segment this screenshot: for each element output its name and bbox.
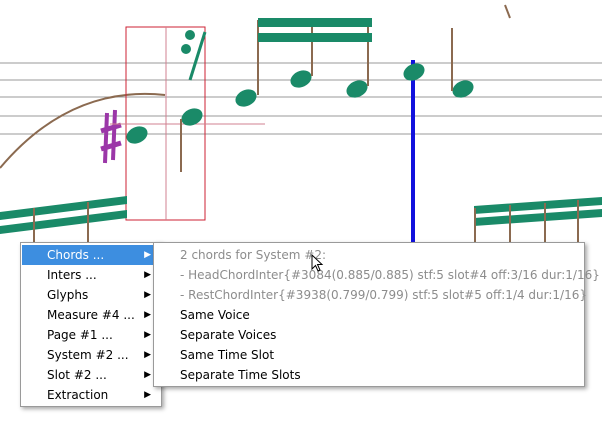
chevron-right-icon: ▶ <box>144 370 151 380</box>
menu-item-chords[interactable]: Chords ... ▶ <box>22 245 160 265</box>
menu-item-glyphs[interactable]: Glyphs ▶ <box>22 285 160 305</box>
beam-left <box>0 196 127 234</box>
note-stems <box>451 4 511 91</box>
submenu-info-restchord: - RestChordInter{#3938(0.799/0.799) stf:… <box>180 288 588 302</box>
mouse-cursor-icon <box>311 254 324 272</box>
menu-item-system[interactable]: System #2 ... ▶ <box>22 345 160 365</box>
chevron-right-icon: ▶ <box>144 330 151 340</box>
submenu-header: 2 chords for System #2: <box>180 248 327 262</box>
same-voice-item[interactable]: Same Voice <box>180 305 578 325</box>
menu-item-extraction[interactable]: Extraction ▶ <box>22 385 160 405</box>
chevron-right-icon: ▶ <box>144 250 151 260</box>
chevron-right-icon: ▶ <box>144 290 151 300</box>
note-head <box>290 70 312 88</box>
chevron-right-icon: ▶ <box>144 350 151 360</box>
same-time-slot-item[interactable]: Same Time Slot <box>180 345 578 365</box>
separate-time-slots-item[interactable]: Separate Time Slots <box>180 365 578 385</box>
submenu-info-headchord: - HeadChordInter{#3084(0.885/0.885) stf:… <box>180 268 600 282</box>
menu-item-inters[interactable]: Inters ... ▶ <box>22 265 160 285</box>
chords-submenu: 2 chords for System #2: - HeadChordInter… <box>153 242 600 387</box>
chevron-right-icon: ▶ <box>144 310 151 320</box>
note-head <box>235 89 257 107</box>
beam-right <box>474 197 602 226</box>
note-head <box>181 108 203 126</box>
separate-voices-item[interactable]: Separate Voices <box>180 325 578 345</box>
beam <box>258 33 372 42</box>
sharp-glyph <box>100 109 122 164</box>
chevron-right-icon: ▶ <box>144 270 151 280</box>
menu-item-page[interactable]: Page #1 ... ▶ <box>22 325 160 345</box>
note-head <box>126 126 148 144</box>
menu-item-slot[interactable]: Slot #2 ... ▶ <box>22 365 160 385</box>
context-menu: Chords ... ▶ Inters ... ▶ Glyphs ▶ Measu… <box>20 242 162 407</box>
chevron-right-icon: ▶ <box>144 390 151 400</box>
beam <box>258 18 372 27</box>
rest-glyph <box>181 30 207 81</box>
menu-item-measure[interactable]: Measure #4 ... ▶ <box>22 305 160 325</box>
